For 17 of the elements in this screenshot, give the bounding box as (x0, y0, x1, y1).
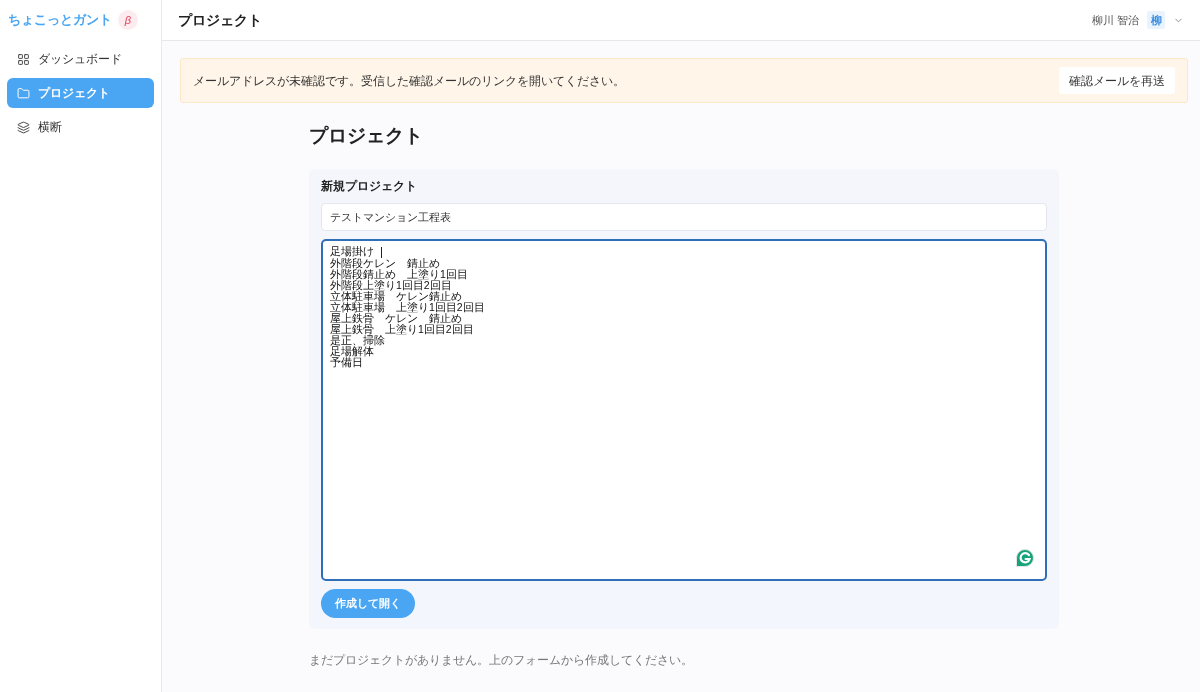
grid-icon (17, 52, 30, 66)
nav-item[interactable]: 横断 (7, 112, 154, 142)
project-name-field[interactable]: テストマンション工程表 (321, 203, 1047, 231)
resend-email-button[interactable]: 確認メールを再送 (1059, 67, 1175, 94)
beta-badge: β (118, 10, 138, 30)
empty-state-message: まだプロジェクトがありません。上のフォームから作成してください。 (309, 652, 693, 669)
form-heading: 新規プロジェクト (321, 178, 417, 194)
g-logo-icon[interactable] (1015, 548, 1035, 568)
nav-item[interactable]: ダッシュボード (7, 44, 154, 74)
task-list-field[interactable]: 足場掛け 外階段ケレン 錆止め 外階段錆止め 上塗り1回目 外階段上塗り1回目2回目 立体駐車場 ケレン錆止め 立体駐車場 上塗り1回目2回目 屋上鉄骨 ケレン 錆止め 屋上鉄骨 上塗り1回目2回目 是正、掃除 足場解体 予備日 (321, 239, 1047, 581)
folder-icon (17, 86, 30, 100)
layers-icon (17, 120, 30, 134)
text-cursor-icon (381, 246, 382, 258)
page-title: プロジェクト (309, 124, 424, 148)
user-name: 柳川 智治 (1091, 12, 1139, 28)
notice-message: メールアドレスが未確認です。受信した確認メールのリンクを開いてください。 (193, 72, 625, 89)
header-title: プロジェクト (178, 10, 262, 30)
